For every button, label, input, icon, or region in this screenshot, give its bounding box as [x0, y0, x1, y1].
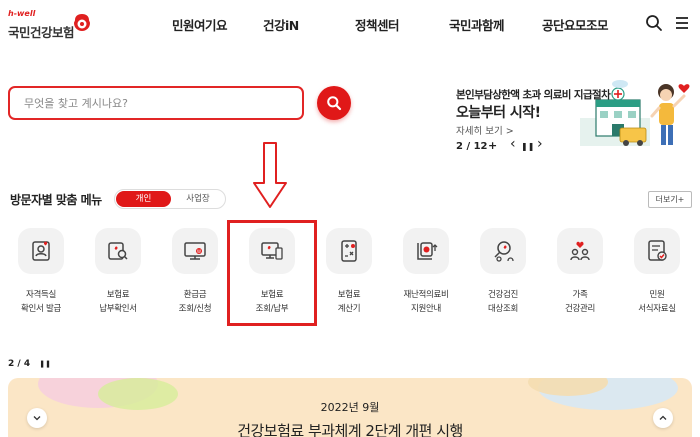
logo-mark-icon — [74, 14, 90, 31]
quick-menu-label: 환급금 조회/신청 — [178, 290, 212, 314]
quick-menu-label: 자격득실 확인서 발급 — [20, 290, 61, 314]
nav-policy-center[interactable]: 정책센터 — [355, 15, 400, 34]
visitor-menu-title: 방문자별 맞춤 메뉴 — [10, 193, 102, 207]
quick-menu-icon-box — [95, 228, 141, 274]
nav-civil-service[interactable]: 민원여기요 — [172, 15, 228, 34]
quick-menu-payment-confirmation[interactable]: 보험료 납부확인서 — [79, 228, 157, 328]
page: h-well 국민건강보험 민원여기요 건강iN 정책센터 국민과함께 공단요모… — [0, 0, 700, 437]
checkup-search-icon — [494, 241, 514, 262]
search-input[interactable] — [10, 88, 302, 118]
annotation-arrow — [253, 142, 287, 208]
notice-banner: 2022년 9월 건강보험료 부과체계 2단계 개편 시행 — [8, 378, 692, 437]
refund-monitor-icon: W — [184, 242, 206, 260]
calculator-icon — [341, 240, 357, 262]
banner-pause-button[interactable]: ❚❚ — [521, 142, 534, 151]
toggle-personal[interactable]: 개인 — [116, 191, 171, 207]
nav-health-in[interactable]: 건강iN — [263, 15, 299, 34]
search-box — [8, 86, 304, 120]
quick-menu-icon-box — [326, 228, 372, 274]
quick-menu-label: 보험료 납부확인서 — [99, 290, 137, 314]
quick-menu-icon-box — [18, 228, 64, 274]
banner-prev-button[interactable]: ‹ — [510, 136, 516, 152]
search-button[interactable] — [317, 86, 351, 120]
nav-corporation-info[interactable]: 공단요모조모 — [542, 15, 609, 34]
quick-menu-icon-box — [403, 228, 449, 274]
nhis-logo[interactable]: h-well 국민건강보험 — [8, 9, 96, 43]
quick-menu-label: 민원 서식자료실 — [638, 290, 676, 314]
quick-menu-catastrophic-medical-support[interactable]: 재난적의료비 지원안내 — [387, 228, 465, 328]
quick-menu-label: 보험료 계산기 — [337, 290, 361, 314]
quick-menu-family-health[interactable]: 가족 건강관리 — [541, 228, 619, 328]
notice-title[interactable]: 건강보험료 부과체계 2단계 개편 시행 — [8, 420, 692, 437]
svg-text:W: W — [197, 249, 201, 254]
quick-menu-icon-box: W — [172, 228, 218, 274]
certificate-icon — [32, 241, 50, 261]
more-button[interactable]: 더보기+ — [648, 191, 692, 208]
banner-plus-button[interactable]: + — [488, 139, 497, 152]
notice-pager: 2 / 4 ❚❚ — [8, 359, 51, 369]
logo-name: 국민건강보험 — [8, 25, 75, 40]
banner-more-link[interactable]: 자세히 보기 > — [456, 123, 514, 137]
logo-tag: h-well — [8, 9, 36, 18]
quick-menu-civil-forms[interactable]: 민원 서식자료실 — [618, 228, 696, 328]
highlight-box — [227, 220, 317, 326]
banner-title: 오늘부터 시작! — [456, 105, 541, 121]
quick-menu-health-checkup[interactable]: 건강검진 대상조회 — [464, 228, 542, 328]
quick-menu-label: 건강검진 대상조회 — [487, 290, 519, 314]
quick-menu-label: 재난적의료비 지원안내 — [403, 290, 449, 314]
visitor-type-toggle: 개인 사업장 — [114, 189, 226, 209]
quick-menu-icon-box — [557, 228, 603, 274]
notice-date: 2022년 9월 — [320, 401, 380, 414]
nav-with-citizens[interactable]: 국민과함께 — [449, 15, 505, 34]
banner-pager: 2 / 12 — [456, 141, 488, 152]
menu-icon[interactable] — [672, 13, 692, 33]
medical-support-icon — [417, 242, 438, 260]
search-icon — [327, 96, 342, 111]
quick-menu-icon-box — [634, 228, 680, 274]
quick-menu-eligibility-certificate[interactable]: 자격득실 확인서 발급 — [2, 228, 80, 328]
quick-menu-icon-box — [480, 228, 526, 274]
banner-next-button[interactable]: › — [537, 136, 543, 152]
toggle-business[interactable]: 사업장 — [171, 191, 225, 207]
search-icon[interactable] — [644, 13, 664, 33]
document-form-icon — [648, 240, 667, 261]
receipt-search-icon — [108, 242, 128, 260]
quick-menu-label: 가족 건강관리 — [564, 290, 596, 314]
quick-menu-premium-calculator[interactable]: 보험료 계산기 — [310, 228, 388, 328]
family-heart-icon — [570, 241, 590, 261]
banner-illustration — [580, 80, 690, 146]
quick-menu-refund[interactable]: W 환급금 조회/신청 — [156, 228, 234, 328]
notice-pause-button[interactable]: ❚❚ — [39, 360, 51, 368]
